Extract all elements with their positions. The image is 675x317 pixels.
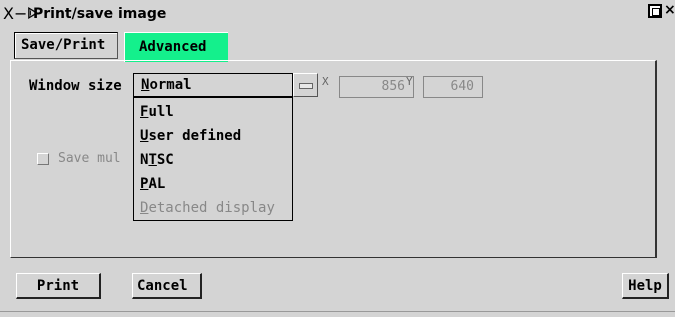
cancel-button[interactable]: Cancel bbox=[132, 273, 202, 299]
help-button[interactable]: Help bbox=[622, 273, 669, 299]
menu-item-full[interactable]: Full bbox=[140, 104, 174, 120]
tab-advanced[interactable]: Advanced bbox=[124, 32, 228, 62]
save-multiple-label: Save mul bbox=[58, 151, 121, 166]
title-bar: X−ᐈ Print/save image × bbox=[0, 0, 675, 29]
close-icon[interactable]: × bbox=[664, 3, 675, 18]
window-size-select[interactable]: Normal bbox=[133, 73, 293, 97]
window-title: Print/save image bbox=[33, 6, 167, 22]
window-size-dropdown-menu: Full User defined NTSC PAL Detached disp… bbox=[133, 97, 293, 221]
divider bbox=[0, 311, 675, 312]
x-label: X bbox=[322, 75, 329, 88]
menu-item-pal[interactable]: PAL bbox=[140, 176, 165, 192]
menu-item-detached-display: Detached display bbox=[140, 200, 275, 216]
height-y-field[interactable]: 640 bbox=[423, 76, 483, 98]
window-size-dropdown-button[interactable] bbox=[293, 73, 318, 97]
save-multiple-checkbox[interactable] bbox=[37, 153, 49, 165]
y-label: Y bbox=[406, 75, 413, 88]
tab-save-print[interactable]: Save/Print bbox=[14, 32, 118, 59]
maximize-icon[interactable] bbox=[648, 4, 662, 18]
window-size-label: Window size bbox=[29, 78, 122, 94]
menu-item-ntsc[interactable]: NTSC bbox=[140, 152, 174, 168]
width-x-field[interactable]: 856 bbox=[339, 76, 414, 98]
menu-item-user-defined[interactable]: User defined bbox=[140, 128, 241, 144]
print-button[interactable]: Print bbox=[16, 273, 101, 299]
